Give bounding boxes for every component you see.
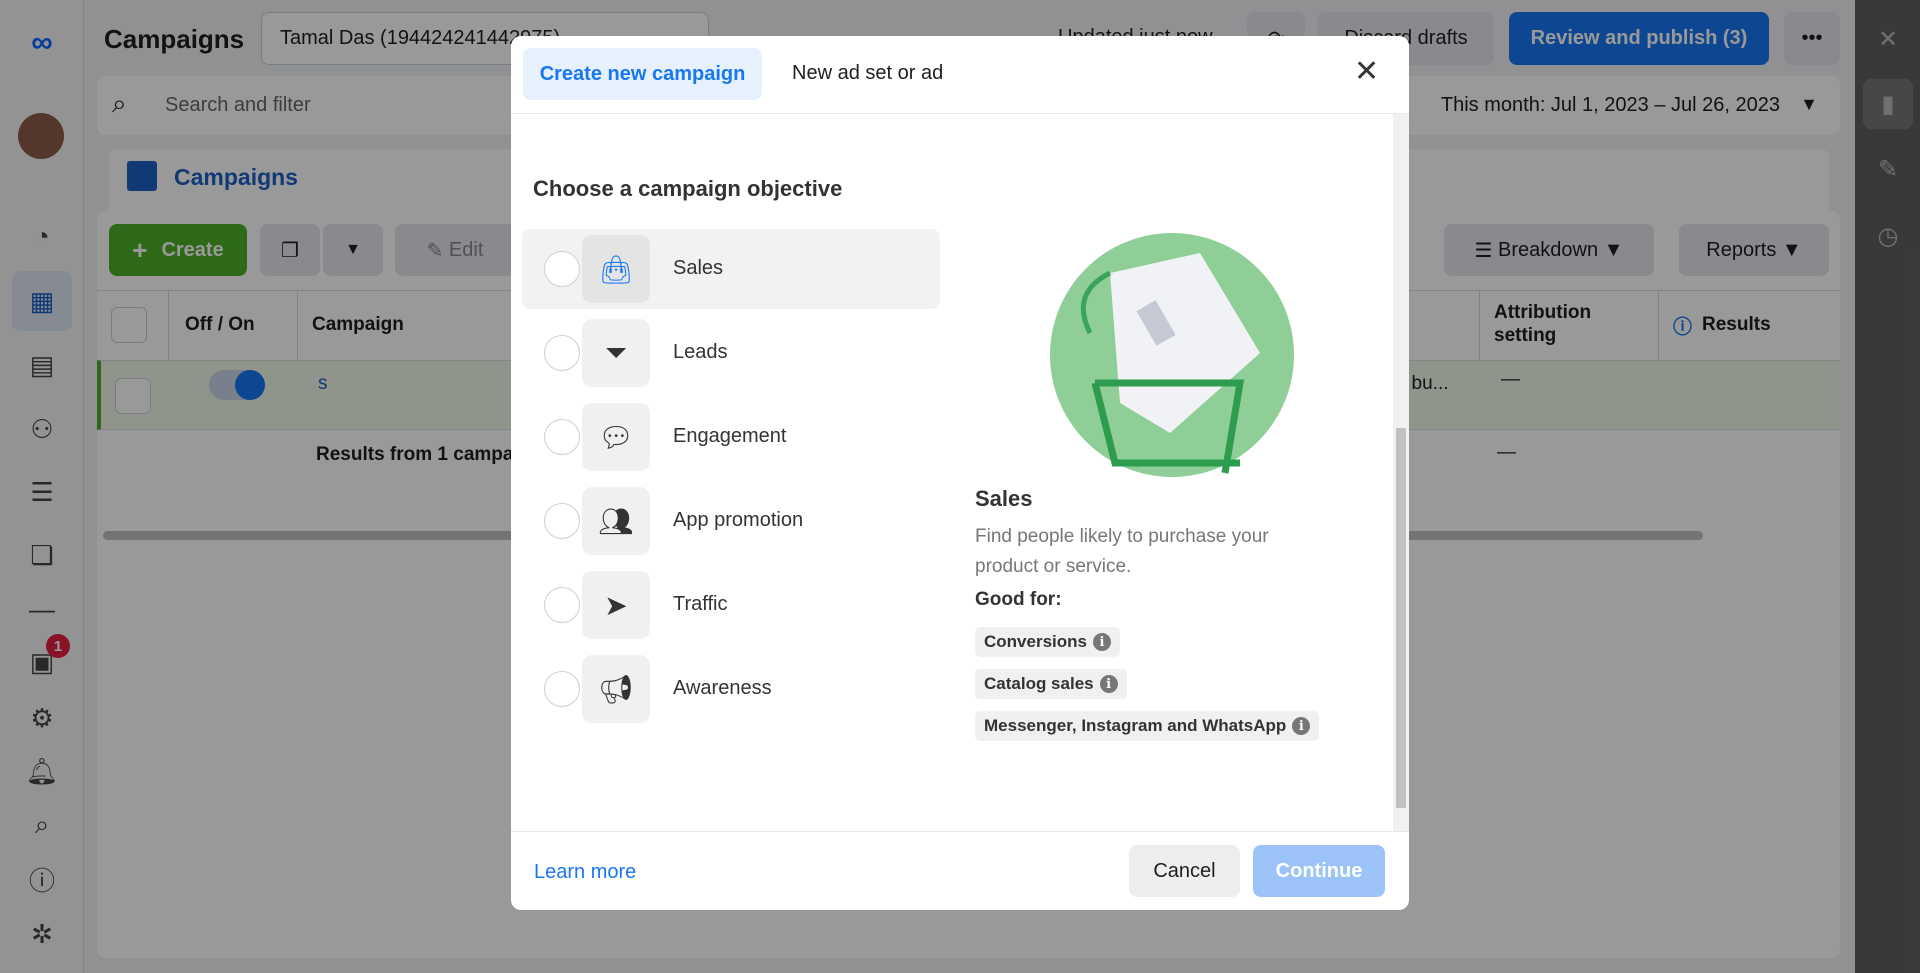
good-for-chip: Messenger, Instagram and WhatsApp i xyxy=(975,711,1320,741)
radio[interactable] xyxy=(544,419,580,455)
people-group-icon: 👥︎ xyxy=(582,487,650,555)
radio[interactable] xyxy=(544,587,580,623)
objective-heading: Choose a campaign objective xyxy=(533,176,843,201)
cancel-button[interactable]: Cancel xyxy=(1129,845,1240,897)
option-label: Leads xyxy=(673,341,728,363)
funnel-icon: ⏷ xyxy=(582,319,650,387)
objective-sales[interactable]: 👜︎ Sales xyxy=(522,229,940,309)
tab-create-new-campaign[interactable]: Create new campaign xyxy=(523,48,762,100)
objective-app-promotion[interactable]: 👥︎ App promotion xyxy=(522,481,940,561)
radio[interactable] xyxy=(544,335,580,371)
scrollbar-thumb[interactable] xyxy=(1396,428,1406,808)
good-for-chip: Catalog sales i xyxy=(975,669,1127,699)
radio[interactable] xyxy=(544,503,580,539)
radio[interactable] xyxy=(544,671,580,707)
info-icon[interactable]: i xyxy=(1292,717,1311,735)
info-icon[interactable]: i xyxy=(1099,675,1118,693)
chip-label: Catalog sales xyxy=(984,674,1094,693)
dialog-header: Create new campaign New ad set or ad ✕ xyxy=(511,36,1409,114)
close-icon[interactable]: ✕ xyxy=(1354,54,1379,89)
learn-more-link[interactable]: Learn more xyxy=(534,861,636,884)
create-campaign-dialog: Create new campaign New ad set or ad ✕ C… xyxy=(511,36,1409,910)
megaphone-icon: 📢︎ xyxy=(582,655,650,723)
objective-awareness[interactable]: 📢︎ Awareness xyxy=(522,649,940,729)
option-label: Traffic xyxy=(673,593,728,615)
chat-bubbles-icon: 💬︎ xyxy=(582,403,650,471)
option-label: Engagement xyxy=(673,425,787,447)
objective-engagement[interactable]: 💬︎ Engagement xyxy=(522,397,940,477)
info-icon[interactable]: i xyxy=(1092,633,1111,651)
option-label: Awareness xyxy=(673,677,772,699)
chip-label: Messenger, Instagram and WhatsApp xyxy=(984,716,1287,735)
objective-traffic[interactable]: ➤ Traffic xyxy=(522,565,940,645)
preview-description: Find people likely to purchase your prod… xyxy=(975,526,1269,577)
objective-leads[interactable]: ⏷ Leads xyxy=(522,313,940,393)
good-for-chip: Conversions i xyxy=(975,627,1120,657)
radio[interactable] xyxy=(544,251,580,287)
option-label: App promotion xyxy=(673,509,804,531)
tab-new-ad-set-or-ad[interactable]: New ad set or ad xyxy=(792,62,943,85)
vertical-scrollbar[interactable] xyxy=(1393,114,1409,831)
chip-label: Conversions xyxy=(984,632,1087,651)
preview-title: Sales xyxy=(975,486,1033,511)
option-label: Sales xyxy=(673,257,724,279)
continue-button[interactable]: Continue xyxy=(1253,845,1385,897)
shopping-bag-icon: 👜︎ xyxy=(582,235,650,303)
sales-illustration xyxy=(1050,233,1294,477)
good-for-label: Good for: xyxy=(975,589,1062,610)
cursor-icon: ➤ xyxy=(582,571,650,639)
